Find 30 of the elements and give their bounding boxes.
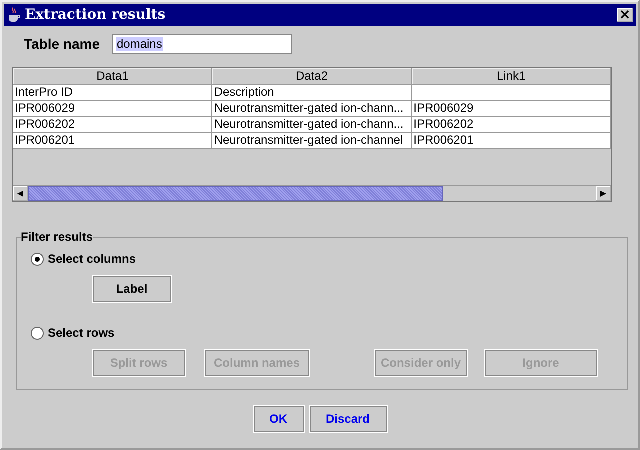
table-cell: IPR006029 (13, 101, 212, 117)
radio-label[interactable]: Select columns (48, 252, 136, 266)
ok-button[interactable]: OK (254, 406, 304, 432)
table-cell: IPR006201 (412, 133, 611, 149)
scroll-right-button[interactable]: ▶ (596, 186, 611, 201)
table-cell: Neurotransmitter-gated ion-chann... (212, 101, 412, 117)
table-cell: IPR006202 (13, 117, 212, 133)
scrollbar-thumb[interactable] (28, 186, 443, 201)
table-cell: Description (212, 85, 412, 101)
table-cell: Neurotransmitter-gated ion-channel (212, 133, 412, 149)
table-name-label: Table name (24, 36, 100, 52)
radio-button[interactable] (31, 252, 44, 266)
column-header[interactable]: Link1 (412, 68, 611, 85)
discard-button[interactable]: Discard (310, 406, 386, 432)
filter-button[interactable]: Label (93, 276, 171, 302)
table-name-field[interactable]: domains (112, 34, 292, 54)
column-header[interactable]: Data1 (13, 68, 212, 85)
window-title: Extraction results (25, 7, 167, 23)
table-cell: IPR006202 (412, 117, 611, 133)
table-cell: Neurotransmitter-gated ion-chann... (212, 117, 412, 133)
table-cell: IPR006029 (412, 101, 611, 117)
scroll-left-button[interactable]: ◀ (13, 186, 28, 201)
cup-icon (7, 7, 21, 23)
table-cell: InterPro ID (13, 85, 212, 101)
close-button[interactable]: × (617, 8, 633, 22)
column-header[interactable]: Data2 (212, 68, 412, 85)
radio-button[interactable] (31, 326, 44, 340)
table-cell: IPR006201 (13, 133, 212, 149)
group-title: Filter results (21, 230, 94, 244)
radio-label[interactable]: Select rows (48, 326, 115, 340)
